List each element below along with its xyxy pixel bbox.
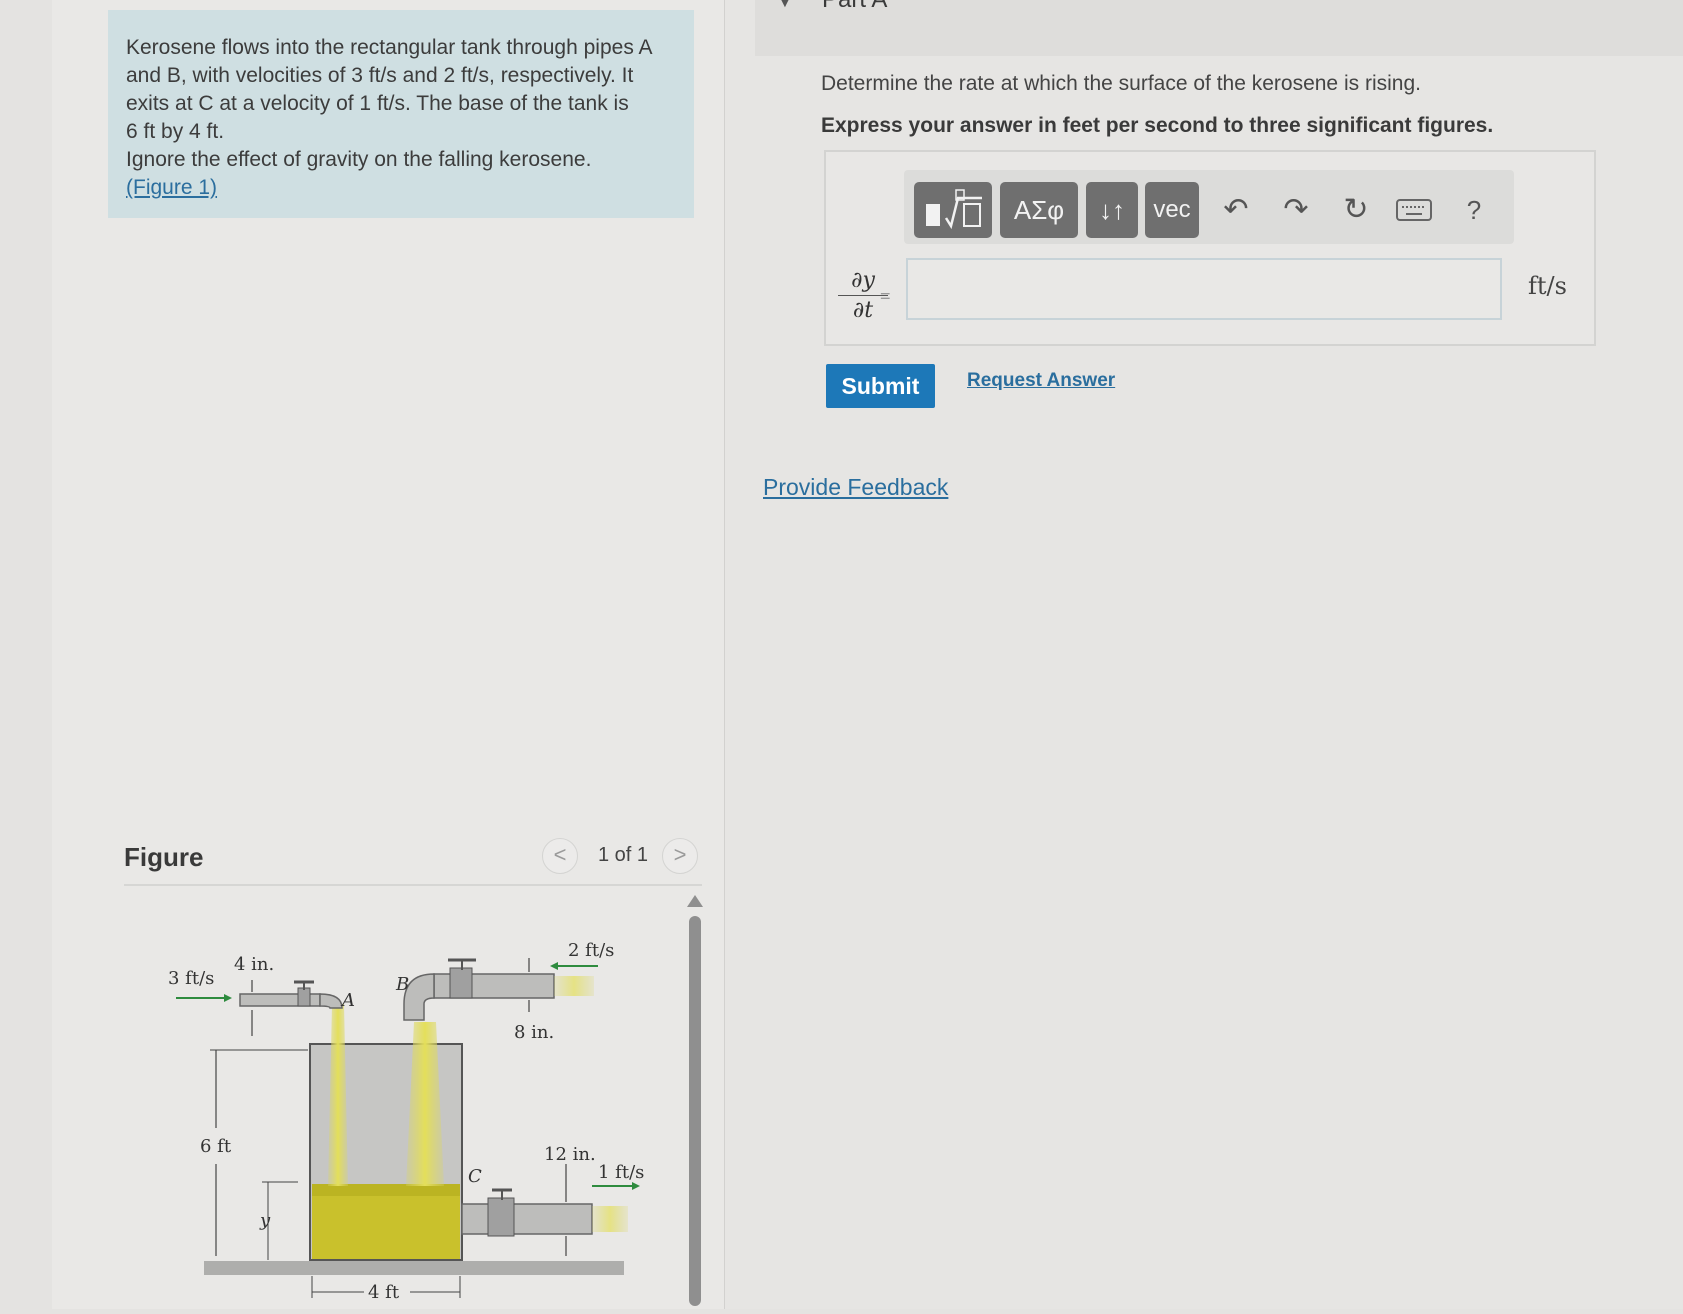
label-pipe-a: A — [340, 990, 355, 1011]
keyboard-icon[interactable] — [1394, 188, 1434, 232]
figure-header: Figure < 1 of 1 > — [124, 838, 702, 886]
request-answer-link[interactable]: Request Answer — [967, 370, 1115, 392]
scroll-up-arrow-icon[interactable] — [687, 895, 703, 907]
figure-link[interactable]: (Figure 1) — [126, 176, 217, 199]
provide-feedback-link[interactable]: Provide Feedback — [763, 474, 948, 501]
tank-diagram: 3 ft/s 4 in. A B 2 ft/s 8 in. 6 ft y C 1… — [168, 940, 644, 1303]
greek-symbols-button[interactable]: ΑΣφ — [1000, 182, 1078, 238]
arrows-button[interactable]: ↓↑ — [1086, 182, 1138, 238]
problem-line-3: exits at C at a velocity of 1 ft/s. The … — [126, 92, 629, 115]
figure-diagram: 3 ft/s 4 in. A B 2 ft/s 8 in. 6 ft y C 1… — [124, 886, 684, 1309]
submit-button[interactable]: Submit — [826, 364, 935, 408]
label-va: 3 ft/s — [168, 968, 214, 989]
label-height: 6 ft — [200, 1136, 232, 1157]
undo-icon[interactable]: ↶ — [1216, 188, 1256, 232]
figure-scrollbar-thumb[interactable] — [689, 916, 701, 1306]
label-vb: 2 ft/s — [568, 940, 614, 961]
problem-line-4: 6 ft by 4 ft. — [126, 120, 225, 143]
problem-line-1: Kerosene flows into the rectangular tank… — [126, 36, 653, 59]
label-level: y — [259, 1210, 271, 1231]
label-da: 4 in. — [234, 954, 274, 975]
help-icon[interactable]: ? — [1454, 188, 1494, 232]
vector-button[interactable]: vec — [1145, 182, 1199, 238]
figure-next-button[interactable]: > — [662, 838, 698, 874]
problem-line-5: Ignore the effect of gravity on the fall… — [126, 148, 592, 171]
reset-icon[interactable]: ↻ — [1336, 188, 1376, 232]
problem-statement: Kerosene flows into the rectangular tank… — [108, 10, 694, 218]
label-width: 4 ft — [368, 1282, 400, 1303]
label-dc: 12 in. — [544, 1144, 596, 1165]
label-vc: 1 ft/s — [598, 1162, 644, 1183]
figure-pager: 1 of 1 — [598, 844, 649, 866]
label-pipe-b: B — [395, 974, 409, 995]
part-title: Part A — [822, 0, 887, 14]
figure-title: Figure — [124, 842, 204, 872]
label-db: 8 in. — [514, 1022, 554, 1043]
ground — [204, 1261, 624, 1275]
part-header[interactable] — [755, 0, 1683, 56]
templates-icon — [926, 189, 982, 230]
collapse-caret-icon[interactable]: ▼ — [778, 0, 792, 10]
equals-sign: = — [880, 286, 891, 306]
instruction-text: Express your answer in feet per second t… — [821, 114, 1494, 137]
problem-line-2: and B, with velocities of 3 ft/s and 2 f… — [126, 64, 634, 87]
question-text: Determine the rate at which the surface … — [821, 72, 1421, 95]
pipe-c — [461, 1203, 593, 1235]
templates-button[interactable] — [914, 182, 992, 238]
redo-icon[interactable]: ↷ — [1276, 188, 1316, 232]
figure-prev-button[interactable]: < — [542, 838, 578, 874]
label-pipe-c: C — [468, 1166, 482, 1187]
answer-input[interactable] — [906, 258, 1502, 320]
stream-a — [328, 1004, 348, 1186]
answer-unit: ft/s — [1528, 272, 1567, 300]
